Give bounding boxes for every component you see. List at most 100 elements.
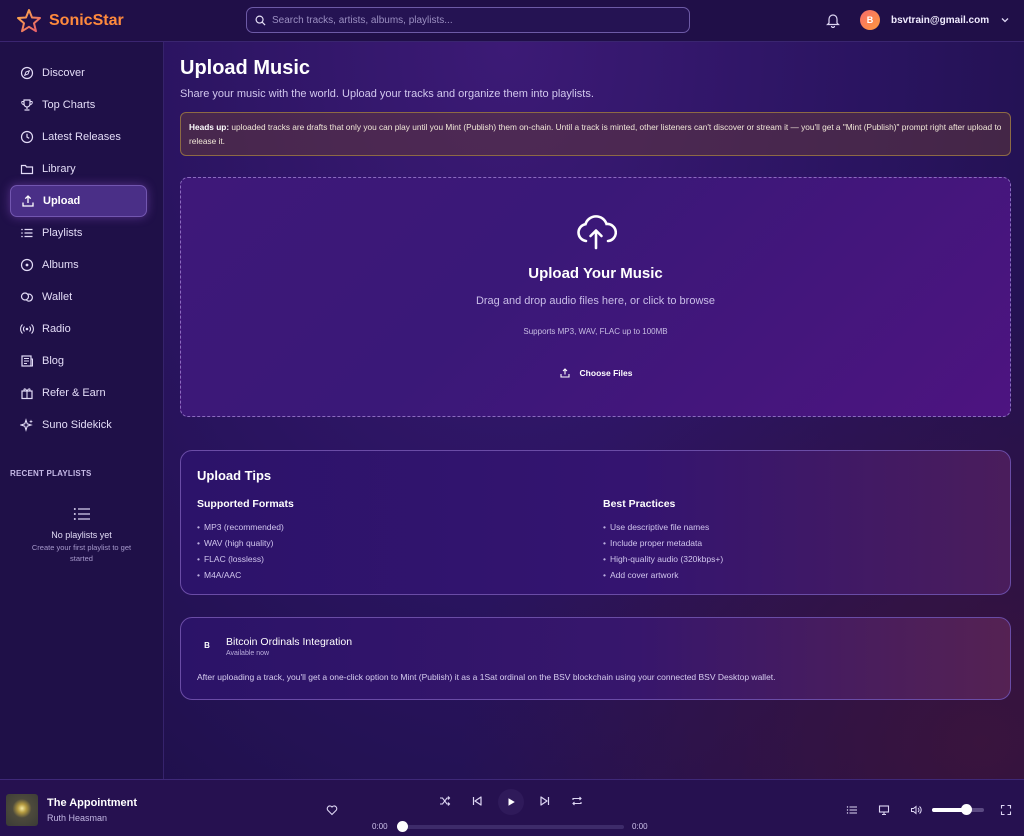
list-item: High-quality audio (320kbps+) [603,551,903,567]
avatar: B [860,10,880,30]
user-menu[interactable]: B bsvtrain@gmail.com [860,10,1010,30]
repeat-icon[interactable] [571,795,583,807]
notice-text: uploaded tracks are drafts that only you… [189,122,1002,146]
sidebar-item-label: Wallet [42,291,73,303]
wallet-icon [20,290,34,304]
sidebar-item-albums[interactable]: Albums [10,249,147,281]
upload-dropzone[interactable]: Upload Your Music Drag and drop audio fi… [180,177,1011,417]
sidebar-item-top-charts[interactable]: Top Charts [10,89,147,121]
list-item: FLAC (lossless) [197,551,497,567]
sidebar-item-discover[interactable]: Discover [10,57,147,89]
sidebar-item-label: Library [42,163,76,175]
app-logo[interactable]: SonicStar [0,8,240,34]
volume-icon[interactable] [910,804,922,816]
draft-notice: Heads up: uploaded tracks are drafts tha… [180,112,1011,156]
choose-files-label: Choose Files [579,368,633,378]
sidebar-item-refer-earn[interactable]: Refer & Earn [10,377,147,409]
list-icon [20,226,34,240]
current-time: 0:00 [372,822,388,831]
cloud-upload-icon [577,215,617,250]
practices-list: Use descriptive file names Include prope… [603,519,903,583]
gift-icon [20,386,34,400]
volume-slider[interactable] [932,808,984,812]
ordinals-title: Bitcoin Ordinals Integration [226,636,353,648]
sidebar-item-label: Suno Sidekick [42,419,112,431]
chevron-down-icon[interactable] [1000,15,1010,25]
sidebar-item-label: Refer & Earn [42,387,106,399]
best-practices-section: Best Practices Use descriptive file name… [603,498,903,583]
sidebar-item-suno-sidekick[interactable]: Suno Sidekick [10,409,147,441]
empty-playlists: No playlists yet Create your first playl… [0,506,163,564]
dropzone-title: Upload Your Music [528,265,663,282]
sidebar-item-library[interactable]: Library [10,153,147,185]
tips-title: Upload Tips [197,468,272,483]
supported-formats-section: Supported Formats MP3 (recommended) WAV … [197,498,497,583]
sidebar-item-label: Discover [42,67,85,79]
sidebar-item-latest-releases[interactable]: Latest Releases [10,121,147,153]
sparkles-icon [20,418,34,432]
clock-icon [20,130,34,144]
play-button[interactable] [498,789,524,815]
disc-icon [20,258,34,272]
empty-playlists-hint: Create your first playlist to get starte… [31,543,132,563]
device-icon[interactable] [878,804,890,816]
list-item: Add cover artwork [603,567,903,583]
next-icon[interactable] [539,795,551,807]
sidebar-item-blog[interactable]: Blog [10,345,147,377]
sidebar-item-radio[interactable]: Radio [10,313,147,345]
ordinals-status: Available now [226,650,270,657]
trophy-icon [20,98,34,112]
previous-icon[interactable] [471,795,483,807]
track-title[interactable]: The Appointment [47,797,137,809]
sidebar-item-upload[interactable]: Upload [10,185,147,217]
total-time: 0:00 [632,822,648,831]
sidebar-item-label: Top Charts [42,99,96,111]
page-subtitle: Share your music with the world. Upload … [180,88,594,100]
queue-icon[interactable] [846,804,858,816]
sidebar-item-label: Playlists [42,227,83,239]
radio-icon [20,322,34,336]
upload-tips-card: Upload Tips Supported Formats MP3 (recom… [180,450,1011,595]
list-item: Use descriptive file names [603,519,903,535]
play-icon [508,798,515,806]
sidebar-item-wallet[interactable]: Wallet [10,281,147,313]
bell-icon[interactable] [826,12,840,28]
sidebar: Discover Top Charts Latest Releases Libr… [0,42,164,779]
ordinals-description: After uploading a track, you'll get a on… [197,672,776,682]
sidebar-item-label: Latest Releases [42,131,121,143]
progress-bar[interactable] [402,825,624,829]
practices-heading: Best Practices [603,498,676,510]
sidebar-item-label: Radio [42,323,71,335]
bitcoin-badge-icon: B [204,640,210,650]
choose-files-button[interactable]: Choose Files [551,363,641,383]
sidebar-item-label: Blog [42,355,65,367]
search-icon [255,15,266,26]
folder-icon [20,162,34,176]
album-cover[interactable] [6,794,38,826]
page-title: Upload Music [180,57,311,79]
compass-icon [20,66,34,80]
recent-playlists-heading: RECENT PLAYLISTS [10,469,92,478]
heart-icon[interactable] [326,804,338,816]
upload-icon [559,368,570,378]
list-icon [73,508,90,520]
player-bar: The Appointment Ruth Heasman 0:00 0:00 [0,779,1024,836]
track-artist[interactable]: Ruth Heasman [47,813,107,823]
search-input[interactable] [272,14,672,26]
shuffle-icon[interactable] [439,795,451,807]
list-item: WAV (high quality) [197,535,497,551]
empty-playlists-title: No playlists yet [51,530,112,540]
sidebar-item-label: Albums [42,259,79,271]
ordinals-card: B Bitcoin Ordinals Integration Available… [180,617,1011,700]
formats-list: MP3 (recommended) WAV (high quality) FLA… [197,519,497,583]
progress-handle[interactable] [397,821,408,832]
user-email: bsvtrain@gmail.com [891,14,990,26]
list-item: Include proper metadata [603,535,903,551]
upload-icon [21,194,35,208]
sidebar-nav: Discover Top Charts Latest Releases Libr… [0,42,163,441]
volume-handle[interactable] [961,804,972,815]
search-bar[interactable] [246,7,690,33]
fullscreen-icon[interactable] [1000,804,1012,816]
sidebar-item-playlists[interactable]: Playlists [10,217,147,249]
dropzone-subtitle: Drag and drop audio files here, or click… [475,295,716,307]
